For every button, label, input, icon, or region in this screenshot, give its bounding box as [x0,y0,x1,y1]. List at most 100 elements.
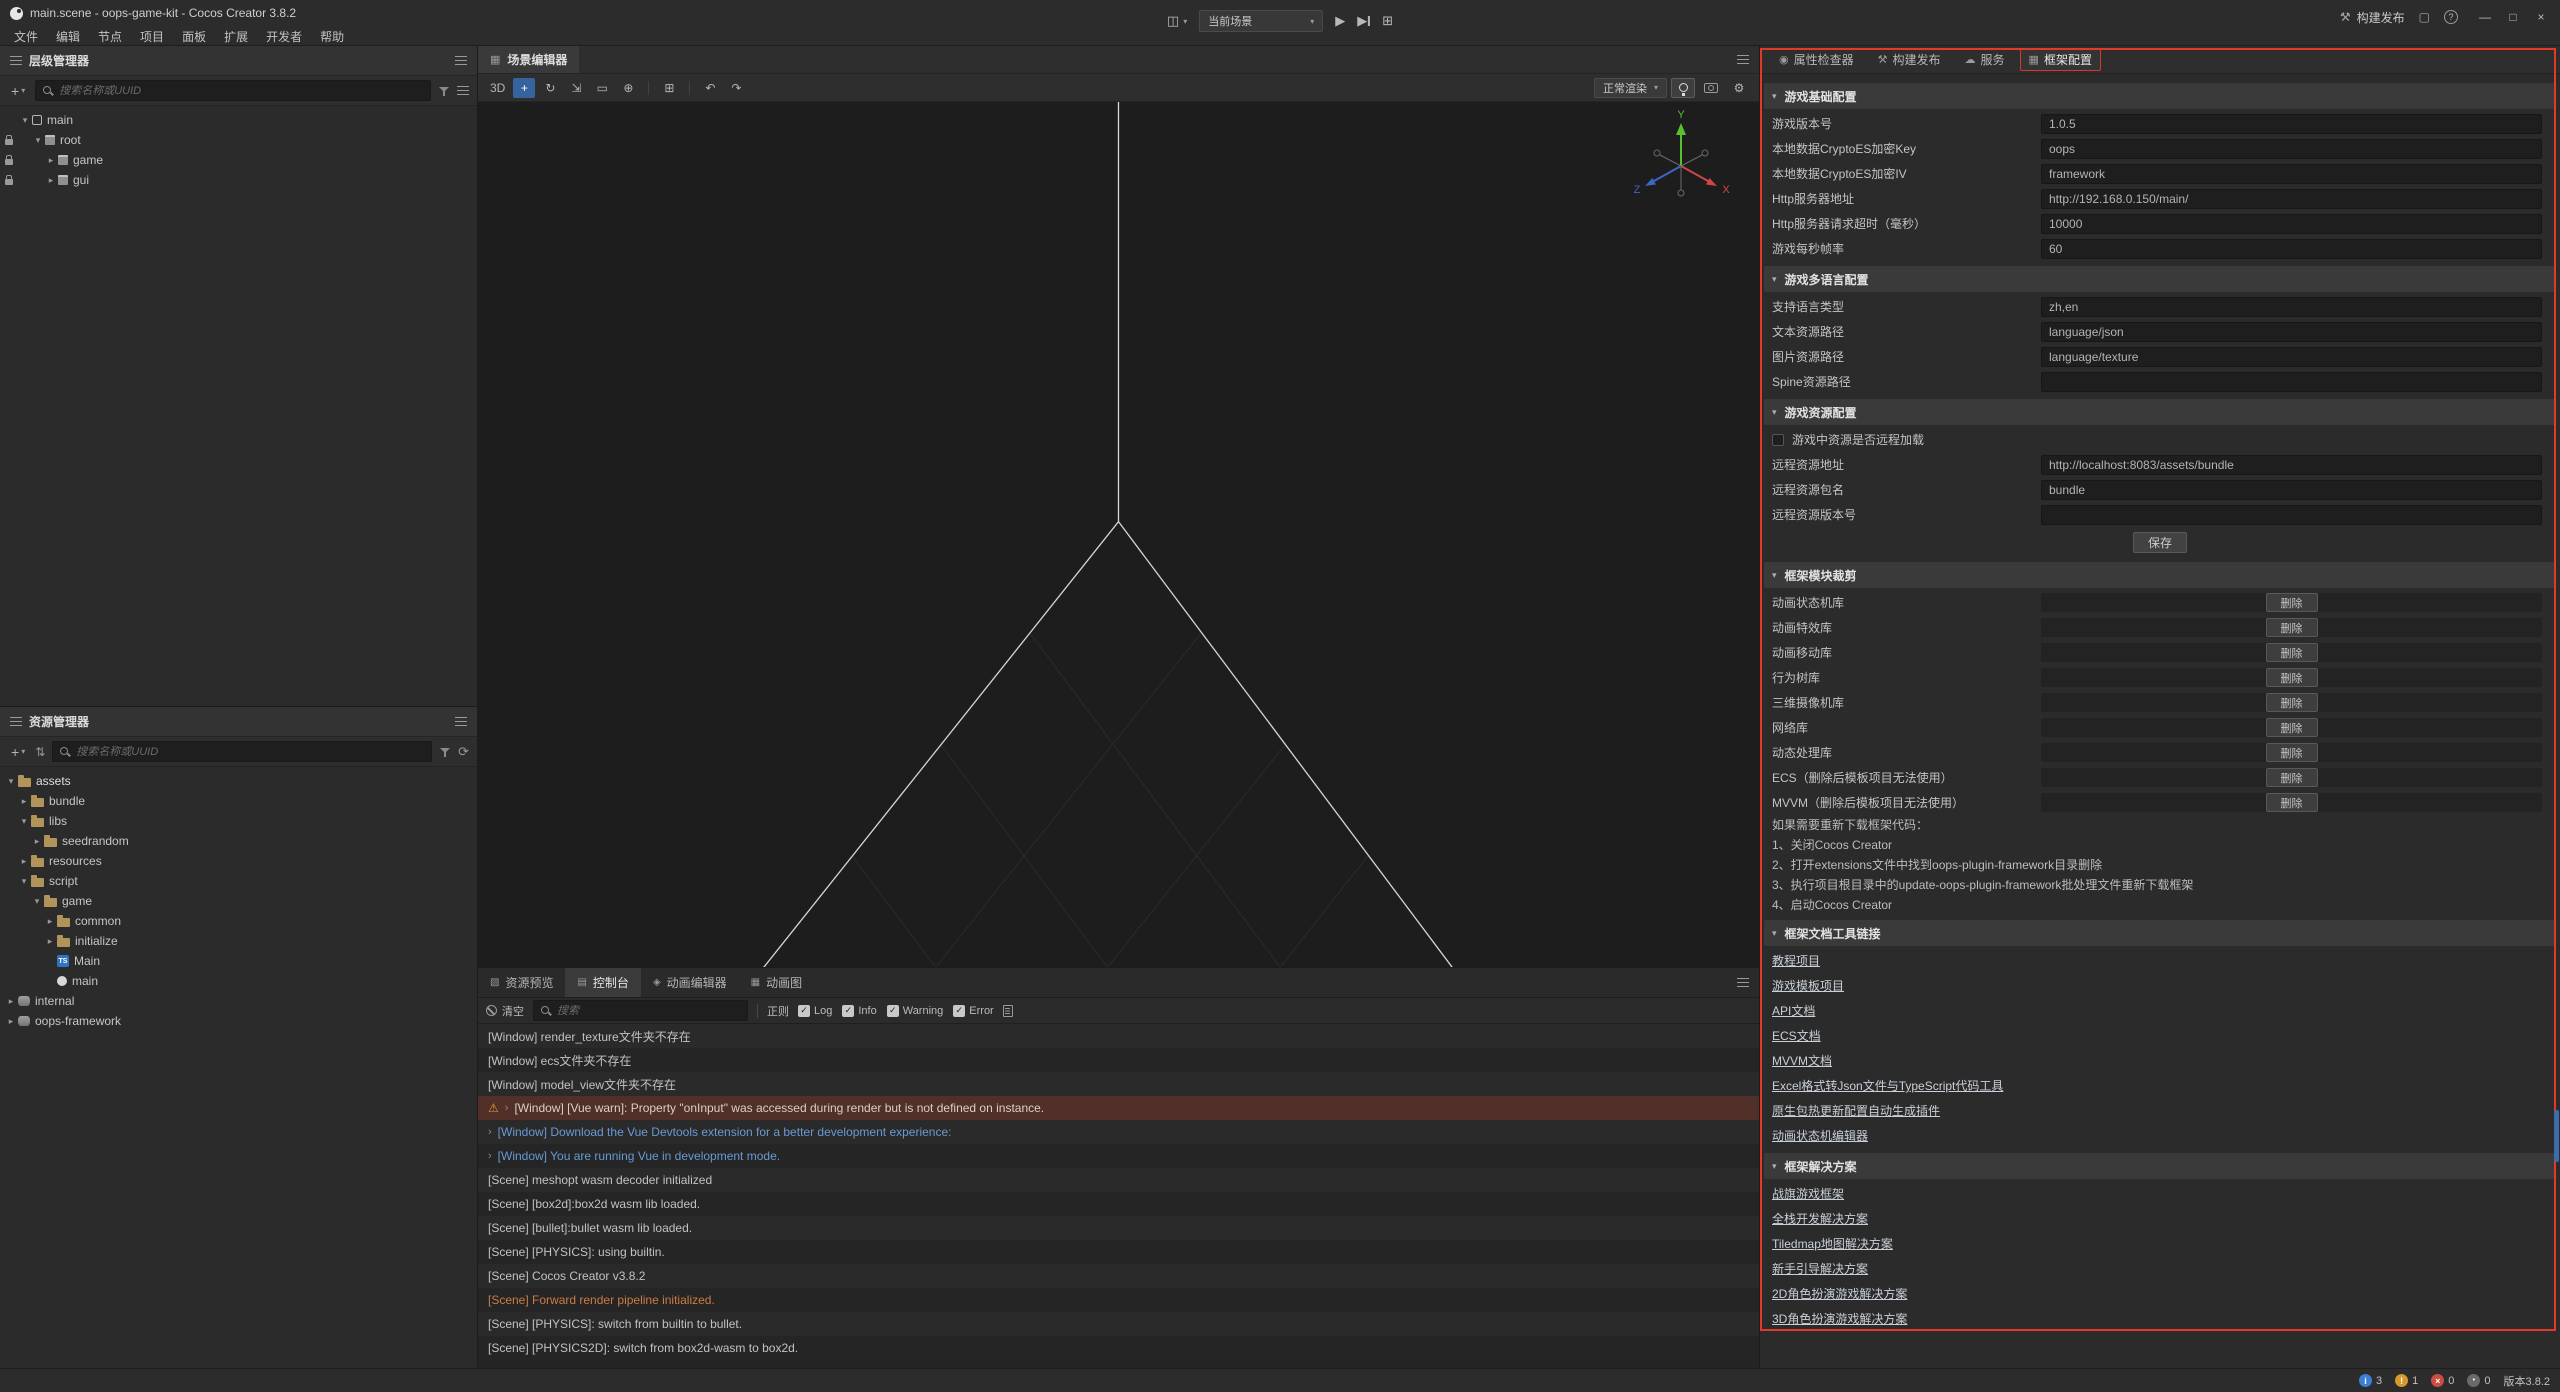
scene-editor-tab[interactable]: ▦场景编辑器 [478,46,579,73]
tree-item[interactable]: ▸common [0,911,477,931]
log-row[interactable]: [Scene] Forward render pipeline initiali… [478,1288,1759,1312]
tree-item[interactable]: ▾script [0,871,477,891]
section-header[interactable]: ▾游戏基础配置 [1764,83,2556,109]
task-count-badge[interactable]: •0 [2467,1374,2490,1387]
property-input[interactable] [2041,480,2542,500]
expand-arrow-icon[interactable]: ▸ [17,796,31,807]
redo-button[interactable]: ↷ [725,78,747,98]
expand-arrow-icon[interactable]: ▸ [4,996,18,1007]
property-input[interactable] [2041,164,2542,184]
menu-item[interactable]: 面板 [173,28,215,45]
console-tab[interactable]: ▦动画图 [739,968,814,997]
tree-item[interactable]: ▸oops-framework [0,1011,477,1031]
console-search[interactable] [533,1000,748,1021]
inspector-tab[interactable]: ☁服务 [1956,48,2014,71]
undo-button[interactable]: ↶ [699,78,721,98]
menu-item[interactable]: 开发者 [257,28,311,45]
doc-link[interactable]: 全栈开发解决方案 [1772,1210,1868,1227]
list-options-icon[interactable] [457,86,469,95]
log-row[interactable]: [Scene] [box2d]:box2d wasm lib loaded. [478,1192,1759,1216]
expand-chevron-icon[interactable]: › [488,1126,492,1138]
delete-button[interactable]: 删除 [2266,668,2318,687]
doc-link[interactable]: Excel格式转Json文件与TypeScript代码工具 [1772,1077,2003,1094]
property-input[interactable] [2041,214,2542,234]
filter-icon[interactable] [438,85,450,97]
expand-arrow-icon[interactable]: ▸ [43,936,57,947]
menu-item[interactable]: 节点 [89,28,131,45]
expand-arrow-icon[interactable]: ▾ [30,896,44,907]
section-header[interactable]: ▾框架解决方案 [1764,1153,2556,1179]
tree-item[interactable]: ▸gui [0,170,477,190]
checkbox[interactable]: ✓ [842,1005,854,1017]
tree-item[interactable]: ▸game [0,150,477,170]
panel-menu-icon[interactable] [1737,55,1749,64]
preview-platform-select[interactable]: ◫▾ [1167,13,1187,29]
expand-arrow-icon[interactable]: ▾ [17,876,31,887]
panel-menu-icon[interactable] [1737,978,1749,987]
delete-button[interactable]: 删除 [2266,618,2318,637]
log-row[interactable]: [Scene] [PHYSICS]: using builtin. [478,1240,1759,1264]
rect-tool[interactable]: ▭ [591,78,613,98]
tree-item[interactable]: main [0,971,477,991]
property-input[interactable] [2041,322,2542,342]
doc-link[interactable]: 新手引导解决方案 [1772,1260,1868,1277]
filter-icon[interactable] [439,746,451,758]
doc-link[interactable]: 动画状态机编辑器 [1772,1127,1868,1144]
log-row[interactable]: [Window] ecs文件夹不存在 [478,1048,1759,1072]
inspector-tab[interactable]: ◉属性检查器 [1770,48,1863,71]
delete-button[interactable]: 删除 [2266,593,2318,612]
expand-arrow-icon[interactable]: ▸ [44,155,58,166]
menu-item[interactable]: 文件 [5,28,47,45]
tree-item[interactable]: ▸initialize [0,931,477,951]
lock-icon[interactable] [5,139,13,145]
delete-button[interactable]: 删除 [2266,643,2318,662]
doc-link[interactable]: 3D角色扮演游戏解决方案 [1772,1310,1907,1327]
tree-item[interactable]: ▾root [0,130,477,150]
doc-link[interactable]: API文档 [1772,1002,1815,1019]
expand-arrow-icon[interactable]: ▸ [30,836,44,847]
doc-link[interactable]: ECS文档 [1772,1027,1821,1044]
checkbox[interactable]: ✓ [953,1005,965,1017]
clear-console-button[interactable]: 清空 [486,1003,524,1019]
checkbox[interactable]: ✓ [887,1005,899,1017]
section-header[interactable]: ▾框架模块裁剪 [1764,562,2556,588]
expand-arrow-icon[interactable]: ▸ [17,856,31,867]
log-row[interactable]: [Scene] [bullet]:bullet wasm lib loaded. [478,1216,1759,1240]
minimize-button[interactable]: — [2472,6,2498,28]
delete-button[interactable]: 删除 [2266,793,2318,812]
step-button[interactable]: ▶ [1357,13,1370,29]
delete-button[interactable]: 删除 [2266,743,2318,762]
tree-item[interactable]: ▸bundle [0,791,477,811]
expand-chevron-icon[interactable]: › [505,1102,509,1114]
property-input[interactable] [2041,297,2542,317]
delete-button[interactable]: 删除 [2266,693,2318,712]
menu-item[interactable]: 扩展 [215,28,257,45]
property-input[interactable] [2041,114,2542,134]
store-icon[interactable]: ▢ [2419,10,2430,24]
render-mode-select[interactable]: 正常渲染▾ [1594,78,1667,98]
scene-settings-button[interactable]: ⚙ [1727,78,1751,98]
rotate-tool[interactable]: ↻ [539,78,561,98]
tree-item[interactable]: ▸resources [0,851,477,871]
expand-arrow-icon[interactable]: ▾ [18,115,32,126]
coordinate-toggle[interactable]: ⊞ [658,78,680,98]
refresh-icon[interactable]: ⟳ [458,744,469,760]
log-row[interactable]: [Scene] Cocos Creator v3.8.2 [478,1264,1759,1288]
delete-button[interactable]: 删除 [2266,718,2318,737]
preview-window-icon[interactable]: ⊞ [1382,13,1393,29]
tree-item[interactable]: ▾main [0,110,477,130]
tree-item[interactable]: ▾libs [0,811,477,831]
menu-item[interactable]: 编辑 [47,28,89,45]
log-row[interactable]: [Scene] meshopt wasm decoder initialized [478,1168,1759,1192]
scale-tool[interactable]: ⇲ [565,78,587,98]
tree-item[interactable]: TSMain [0,951,477,971]
scene-light-toggle[interactable] [1671,78,1695,98]
pivot-tool[interactable]: ⊕ [617,78,639,98]
regex-toggle[interactable]: 正则 [767,1003,789,1019]
log-row[interactable]: ⚠›[Window] [Vue warn]: Property "onInput… [478,1096,1759,1120]
property-input[interactable] [2041,347,2542,367]
panel-menu-icon[interactable] [455,56,467,65]
panel-menu-icon[interactable] [455,717,467,726]
assets-search-input[interactable] [76,746,425,758]
help-icon[interactable]: ? [2444,10,2458,24]
